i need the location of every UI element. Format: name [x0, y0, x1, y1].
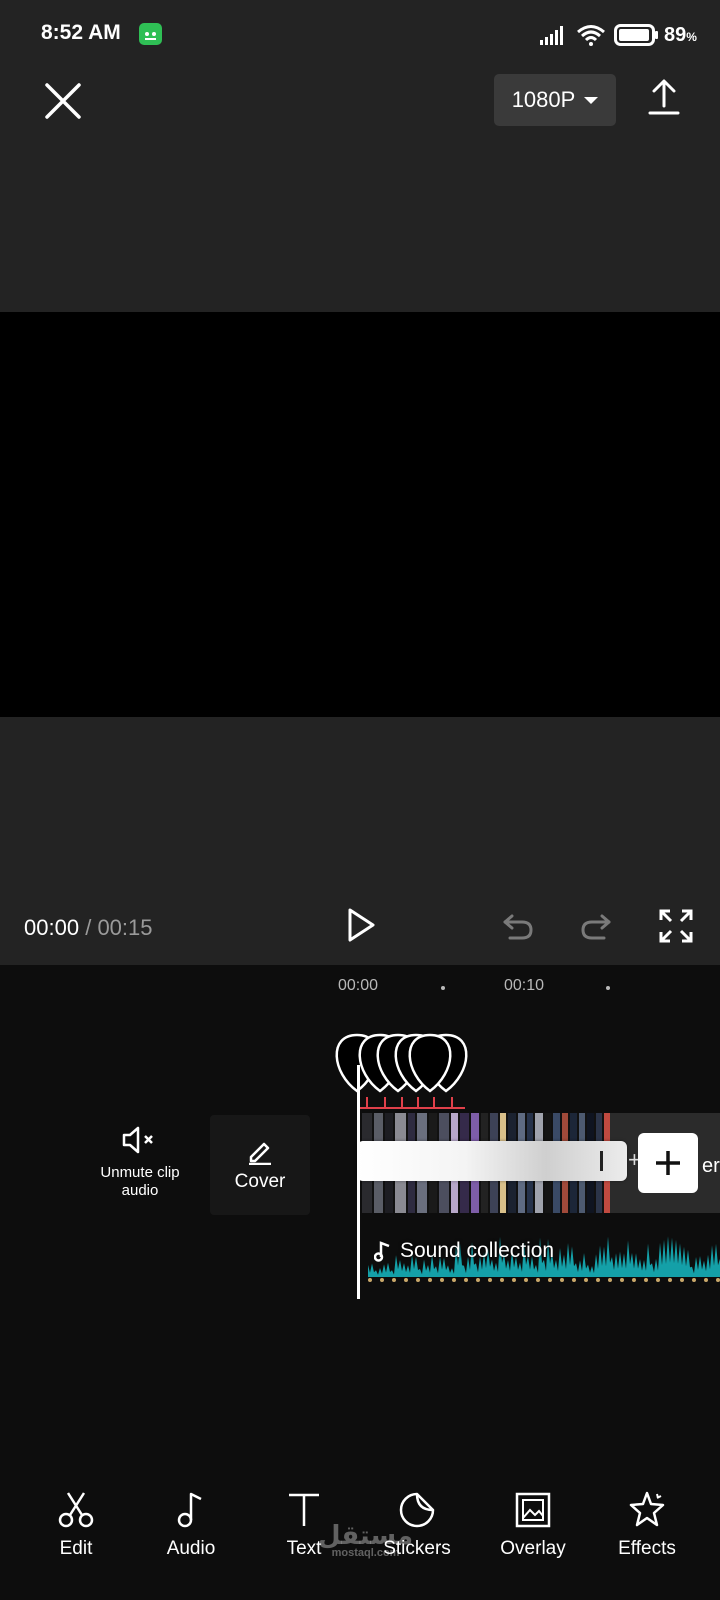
battery-icon — [614, 24, 658, 46]
tool-label: Audio — [166, 1538, 216, 1559]
beat-dot — [428, 1278, 432, 1282]
status-time: 8:52 AM — [41, 21, 121, 44]
beat-dot — [668, 1278, 672, 1282]
beat-dot — [512, 1278, 516, 1282]
close-button[interactable] — [42, 80, 84, 122]
redo-icon — [581, 914, 611, 940]
ruler-label: 00:10 — [504, 977, 545, 994]
fullscreen-icon — [659, 909, 693, 943]
beat-dot — [680, 1278, 684, 1282]
playhead[interactable] — [357, 1065, 360, 1299]
beat-dot — [548, 1278, 552, 1282]
chevron-down-icon — [584, 96, 599, 104]
fullscreen-button[interactable] — [658, 908, 694, 944]
speaker-muted-icon — [122, 1126, 153, 1154]
beat-dot — [392, 1278, 396, 1282]
transition-handle[interactable] — [600, 1151, 603, 1171]
beat-dot — [536, 1278, 540, 1282]
transition-bar[interactable] — [357, 1141, 627, 1181]
beat-dot — [476, 1278, 480, 1282]
beat-dot — [488, 1278, 492, 1282]
beat-dot — [500, 1278, 504, 1282]
edit-tool-button[interactable]: Edit — [31, 1490, 121, 1560]
audio-tool-button[interactable]: Audio — [146, 1490, 236, 1560]
current-time: 00:00 — [24, 915, 80, 940]
scissors-icon — [58, 1492, 94, 1528]
resolution-value: 1080P — [511, 87, 576, 112]
music-note-icon — [177, 1492, 202, 1528]
end-label: er — [702, 1155, 720, 1177]
ruler-label: 00:00 — [338, 977, 379, 994]
unmute-clip-audio-label: Unmute clip audio — [100, 1164, 180, 1199]
beat-dot — [524, 1278, 528, 1282]
resolution-dropdown[interactable]: 1080P — [494, 74, 616, 126]
tool-label: Effects — [618, 1538, 676, 1559]
battery-percent: 89% — [664, 24, 697, 46]
cover-button[interactable]: Cover — [210, 1115, 310, 1215]
undo-button[interactable] — [500, 908, 536, 944]
music-note-icon — [374, 1241, 390, 1262]
effects-tool-button[interactable]: Effects — [602, 1490, 692, 1560]
beat-dot — [464, 1278, 468, 1282]
beat-dot — [632, 1278, 636, 1282]
beat-dot — [656, 1278, 660, 1282]
keyframe-markers[interactable] — [330, 1023, 490, 1113]
audio-track[interactable]: Sound collection — [368, 1227, 720, 1283]
export-icon — [648, 79, 680, 115]
beat-dot — [452, 1278, 456, 1282]
beat-dot — [560, 1278, 564, 1282]
effects-star-icon — [629, 1491, 665, 1527]
app-notification-icon — [139, 23, 162, 45]
play-button[interactable] — [340, 905, 380, 945]
plus-icon — [656, 1151, 680, 1175]
beat-dot — [416, 1278, 420, 1282]
watermark: مستقل mostaql.com — [318, 1520, 414, 1559]
add-clip-button[interactable] — [638, 1133, 698, 1193]
tool-label: Edit — [59, 1538, 93, 1559]
beat-dot — [644, 1278, 648, 1282]
undo-icon — [503, 914, 533, 940]
ruler-dot — [606, 986, 610, 990]
total-time: / 00:15 — [85, 915, 153, 940]
tool-label: Overlay — [500, 1538, 566, 1559]
beat-dot — [716, 1278, 720, 1282]
overlay-icon — [515, 1492, 551, 1528]
beat-dot — [704, 1278, 708, 1282]
beat-dot — [692, 1278, 696, 1282]
signal-icon — [540, 26, 563, 45]
close-icon — [45, 83, 81, 119]
beat-dot — [380, 1278, 384, 1282]
audio-track-label: Sound collection — [374, 1239, 554, 1263]
beat-dot — [440, 1278, 444, 1282]
unmute-clip-audio-button[interactable]: Unmute clip audio — [92, 1125, 188, 1200]
pencil-icon — [249, 1142, 271, 1165]
overlay-tool-button[interactable]: Overlay — [488, 1490, 578, 1560]
cover-label: Cover — [234, 1171, 286, 1192]
redo-button[interactable] — [578, 908, 614, 944]
beat-dot — [584, 1278, 588, 1282]
beat-dot — [620, 1278, 624, 1282]
wifi-icon — [577, 25, 605, 46]
ruler-dot — [441, 986, 445, 990]
beat-dot — [368, 1278, 372, 1282]
time-display: 00:00 / 00:15 — [24, 915, 153, 941]
beat-dot — [404, 1278, 408, 1282]
beat-dot — [572, 1278, 576, 1282]
play-icon — [348, 908, 375, 942]
export-button[interactable] — [644, 78, 684, 118]
video-preview[interactable] — [0, 312, 720, 717]
beat-dot — [596, 1278, 600, 1282]
beat-dot — [608, 1278, 612, 1282]
